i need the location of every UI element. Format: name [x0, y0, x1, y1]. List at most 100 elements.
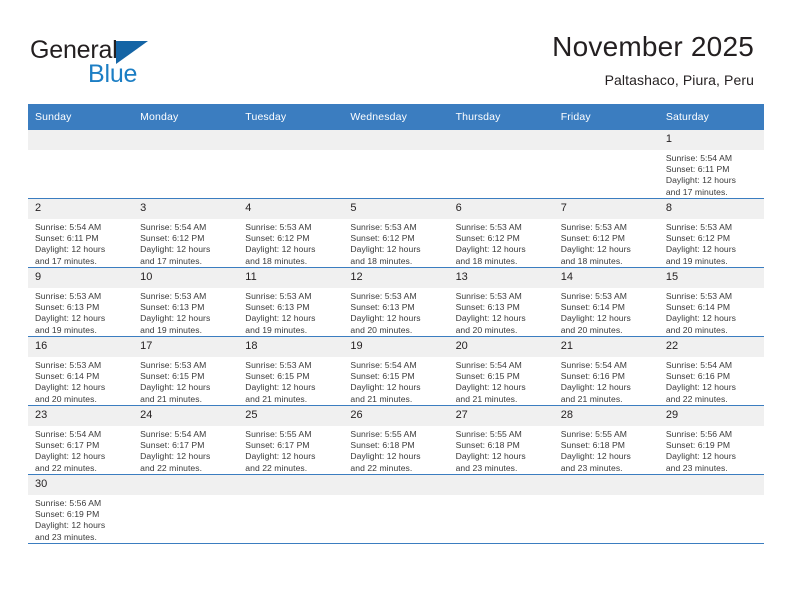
day-detail-line: Daylight: 12 hours	[35, 313, 106, 324]
day-number: 30	[28, 475, 134, 495]
day-detail-line: Sunset: 6:12 PM	[455, 233, 520, 244]
brand-logo[interactable]: General Blue	[30, 36, 270, 92]
day-detail-line: Sunrise: 5:53 AM	[35, 291, 102, 301]
day-number: 10	[133, 268, 239, 288]
day-detail-line: Sunset: 6:19 PM	[665, 440, 731, 451]
calendar-day-cell[interactable]: 24 Sunrise: 5:54 AM Sunset: 6:17 PM Dayligh…	[133, 405, 239, 475]
weekday-header-sunday: Sunday	[28, 104, 134, 130]
calendar-body: 1 Sunrise: 5:54 AM Sunset: 6:11 PM Daylight…	[28, 130, 764, 544]
day-number: 8	[658, 199, 764, 219]
calendar-day-cell[interactable]: 22 Sunrise: 5:54 AM Sunset: 6:16 PM Dayligh…	[658, 336, 764, 406]
day-detail-line: Sunset: 6:18 PM	[560, 440, 625, 451]
day-detail-line: Sunrise: 5:53 AM	[350, 291, 417, 301]
day-number	[133, 475, 239, 495]
calendar-cell-empty	[133, 130, 239, 199]
day-detail-line: Daylight: 12 hours	[35, 520, 106, 531]
day-detail-line: Sunrise: 5:55 AM	[245, 429, 312, 439]
day-detail-line: Sunset: 6:14 PM	[35, 371, 100, 382]
day-number	[238, 130, 344, 150]
day-number: 24	[133, 406, 239, 426]
calendar-day-cell[interactable]: 14 Sunrise: 5:53 AM Sunset: 6:14 PM Dayligh…	[553, 267, 659, 337]
calendar-day-cell[interactable]: 3 Sunrise: 5:54 AM Sunset: 6:12 PM Daylight…	[133, 198, 239, 268]
calendar-day-cell[interactable]: 18 Sunrise: 5:53 AM Sunset: 6:15 PM Dayligh…	[238, 336, 344, 406]
day-number	[448, 130, 554, 150]
day-detail-line: Sunrise: 5:55 AM	[350, 429, 417, 439]
day-details: Sunrise: 5:53 AM Sunset: 6:14 PM Daylight:…	[659, 288, 764, 336]
calendar-cell-empty	[28, 130, 134, 199]
calendar-cell-empty	[238, 474, 344, 544]
calendar-day-cell[interactable]: 27 Sunrise: 5:55 AM Sunset: 6:18 PM Dayligh…	[448, 405, 554, 475]
day-detail-line: Sunrise: 5:54 AM	[140, 429, 207, 439]
day-details: Sunrise: 5:54 AM Sunset: 6:16 PM Daylight:…	[554, 357, 659, 405]
weekday-header-thursday: Thursday	[448, 104, 554, 130]
day-details: Sunrise: 5:55 AM Sunset: 6:18 PM Daylight:…	[343, 426, 448, 474]
day-detail-line: Sunset: 6:15 PM	[140, 371, 205, 382]
day-details: Sunrise: 5:55 AM Sunset: 6:17 PM Daylight:…	[238, 426, 343, 474]
calendar-week-row: 30 Sunrise: 5:56 AM Sunset: 6:19 PM Dayligh…	[28, 474, 764, 544]
calendar-day-cell[interactable]: 17 Sunrise: 5:53 AM Sunset: 6:15 PM Dayligh…	[133, 336, 239, 406]
calendar-day-cell[interactable]: 16 Sunrise: 5:53 AM Sunset: 6:14 PM Dayligh…	[28, 336, 134, 406]
day-number: 18	[238, 337, 344, 357]
weekday-header-monday: Monday	[133, 104, 239, 130]
day-details: Sunrise: 5:53 AM Sunset: 6:13 PM Daylight:…	[238, 288, 343, 336]
calendar-day-cell[interactable]: 15 Sunrise: 5:53 AM Sunset: 6:14 PM Dayligh…	[658, 267, 764, 337]
day-detail-line: Sunset: 6:16 PM	[665, 371, 731, 382]
calendar-day-cell[interactable]: 4 Sunrise: 5:53 AM Sunset: 6:12 PM Daylight…	[238, 198, 344, 268]
day-detail-line: Sunrise: 5:54 AM	[350, 360, 417, 370]
calendar-day-cell[interactable]: 23 Sunrise: 5:54 AM Sunset: 6:17 PM Dayligh…	[28, 405, 134, 475]
day-detail-line: Daylight: 12 hours	[665, 244, 737, 255]
calendar-day-cell[interactable]: 1 Sunrise: 5:54 AM Sunset: 6:11 PM Daylight…	[658, 130, 764, 199]
calendar-day-cell[interactable]: 8 Sunrise: 5:53 AM Sunset: 6:12 PM Daylight…	[658, 198, 764, 268]
day-detail-line: and 23 minutes.	[560, 462, 623, 473]
day-detail-line: Sunrise: 5:55 AM	[455, 429, 522, 439]
calendar-week-row: 2 Sunrise: 5:54 AM Sunset: 6:11 PM Daylight…	[28, 198, 764, 268]
calendar-day-cell[interactable]: 6 Sunrise: 5:53 AM Sunset: 6:12 PM Daylight…	[448, 198, 554, 268]
calendar-day-cell[interactable]: 13 Sunrise: 5:53 AM Sunset: 6:13 PM Dayligh…	[448, 267, 554, 337]
calendar-day-cell[interactable]: 29 Sunrise: 5:56 AM Sunset: 6:19 PM Dayligh…	[658, 405, 764, 475]
day-detail-line: and 21 minutes.	[560, 393, 623, 404]
day-detail-line: Daylight: 12 hours	[350, 451, 421, 462]
calendar-day-cell[interactable]: 25 Sunrise: 5:55 AM Sunset: 6:17 PM Dayligh…	[238, 405, 344, 475]
weekday-header-tuesday: Tuesday	[238, 104, 344, 130]
calendar-cell-empty	[553, 130, 659, 199]
calendar-day-cell[interactable]: 2 Sunrise: 5:54 AM Sunset: 6:11 PM Daylight…	[28, 198, 134, 268]
day-detail-line: and 23 minutes.	[455, 462, 518, 473]
calendar-day-cell[interactable]: 9 Sunrise: 5:53 AM Sunset: 6:13 PM Daylight…	[28, 267, 134, 337]
calendar-page: General Blue November 2025 Paltashaco, P…	[0, 0, 792, 612]
day-detail-line: and 20 minutes.	[455, 324, 518, 335]
day-number	[448, 475, 554, 495]
calendar-day-cell[interactable]: 30 Sunrise: 5:56 AM Sunset: 6:19 PM Dayligh…	[28, 474, 134, 544]
calendar-day-cell[interactable]: 7 Sunrise: 5:53 AM Sunset: 6:12 PM Daylight…	[553, 198, 659, 268]
day-detail-line: Daylight: 12 hours	[35, 451, 106, 462]
day-detail-line: Sunrise: 5:53 AM	[245, 222, 312, 232]
day-detail-line: Sunset: 6:12 PM	[350, 233, 415, 244]
calendar-day-cell[interactable]: 10 Sunrise: 5:53 AM Sunset: 6:13 PM Dayligh…	[133, 267, 239, 337]
day-details: Sunrise: 5:53 AM Sunset: 6:15 PM Daylight:…	[133, 357, 238, 405]
day-detail-line: Sunrise: 5:53 AM	[140, 291, 207, 301]
calendar-week-row: 23 Sunrise: 5:54 AM Sunset: 6:17 PM Dayligh…	[28, 405, 764, 475]
day-detail-line: and 17 minutes.	[665, 186, 728, 197]
day-detail-line: Sunset: 6:17 PM	[35, 440, 100, 451]
day-number	[28, 130, 134, 150]
day-detail-line: Daylight: 12 hours	[245, 313, 316, 324]
calendar-day-cell[interactable]: 28 Sunrise: 5:55 AM Sunset: 6:18 PM Dayligh…	[553, 405, 659, 475]
calendar-day-cell[interactable]: 21 Sunrise: 5:54 AM Sunset: 6:16 PM Dayligh…	[553, 336, 659, 406]
calendar-day-cell[interactable]: 19 Sunrise: 5:54 AM Sunset: 6:15 PM Dayligh…	[343, 336, 449, 406]
day-detail-line: Daylight: 12 hours	[245, 451, 316, 462]
calendar-day-cell[interactable]: 11 Sunrise: 5:53 AM Sunset: 6:13 PM Dayligh…	[238, 267, 344, 337]
calendar-week-row: 1 Sunrise: 5:54 AM Sunset: 6:11 PM Daylight…	[28, 130, 764, 199]
calendar-day-cell[interactable]: 20 Sunrise: 5:54 AM Sunset: 6:15 PM Dayligh…	[448, 336, 554, 406]
calendar-day-cell[interactable]: 26 Sunrise: 5:55 AM Sunset: 6:18 PM Dayligh…	[343, 405, 449, 475]
day-details: Sunrise: 5:54 AM Sunset: 6:16 PM Daylight:…	[659, 357, 764, 405]
title-block: November 2025 Paltashaco, Piura, Peru	[552, 30, 754, 90]
day-detail-line: Sunset: 6:13 PM	[140, 302, 205, 313]
day-detail-line: Daylight: 12 hours	[245, 382, 316, 393]
day-detail-line: Daylight: 12 hours	[35, 244, 106, 255]
day-detail-line: Sunset: 6:11 PM	[665, 164, 730, 175]
calendar-day-cell[interactable]: 5 Sunrise: 5:53 AM Sunset: 6:12 PM Daylight…	[343, 198, 449, 268]
calendar-day-cell[interactable]: 12 Sunrise: 5:53 AM Sunset: 6:13 PM Dayligh…	[343, 267, 449, 337]
day-detail-line: Sunrise: 5:53 AM	[245, 360, 312, 370]
day-detail-line: Daylight: 12 hours	[665, 451, 737, 462]
day-detail-line: Daylight: 12 hours	[455, 451, 526, 462]
day-number: 28	[553, 406, 659, 426]
